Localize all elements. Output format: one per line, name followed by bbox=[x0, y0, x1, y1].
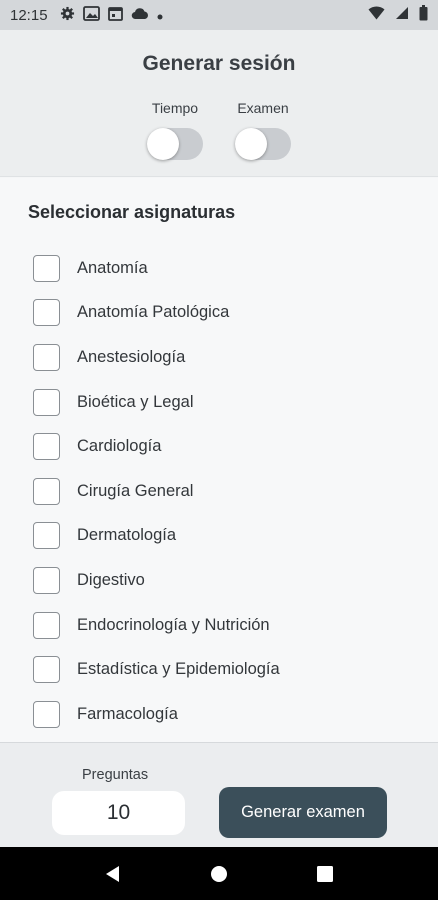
bottom-controls: Preguntas 10 Generar examen bbox=[0, 742, 438, 847]
subject-row-dermatologia[interactable]: Dermatología bbox=[0, 514, 438, 559]
status-time: 12:15 bbox=[10, 6, 48, 24]
home-icon[interactable] bbox=[199, 854, 239, 894]
questions-picker[interactable]: 10 bbox=[52, 791, 185, 835]
subject-checkbox[interactable] bbox=[33, 656, 60, 684]
subject-label: Anatomía Patológica bbox=[77, 303, 230, 322]
subject-row-digestivo[interactable]: Digestivo bbox=[0, 558, 438, 603]
subject-label: Bioética y Legal bbox=[77, 392, 194, 411]
session-header: Generar sesión Tiempo Examen bbox=[0, 30, 438, 177]
subject-checkbox[interactable] bbox=[33, 522, 60, 550]
subject-label: Digestivo bbox=[77, 570, 145, 589]
questions-value: 10 bbox=[106, 801, 131, 824]
status-bar: 12:15 bbox=[0, 0, 438, 30]
page-title: Generar sesión bbox=[142, 52, 296, 75]
subject-label: Estadística y Epidemiología bbox=[77, 660, 280, 679]
back-icon[interactable] bbox=[93, 854, 133, 894]
subject-label: Dermatología bbox=[77, 526, 177, 545]
subject-label: Cardiología bbox=[77, 437, 162, 456]
subject-row-cardiologia[interactable]: Cardiología bbox=[0, 424, 438, 469]
wifi-icon bbox=[368, 6, 385, 24]
subject-checkbox[interactable] bbox=[33, 254, 60, 282]
subject-checkbox[interactable] bbox=[33, 388, 60, 416]
subject-checkbox[interactable] bbox=[33, 477, 60, 505]
dot-icon bbox=[157, 7, 163, 24]
image-icon bbox=[82, 5, 100, 25]
system-nav-bar bbox=[0, 847, 438, 900]
subject-checkbox[interactable] bbox=[33, 299, 60, 327]
subject-row-bioetica[interactable]: Bioética y Legal bbox=[0, 380, 438, 425]
exam-toggle-label: Examen bbox=[237, 100, 289, 116]
toggle-knob bbox=[235, 128, 267, 160]
time-toggle[interactable] bbox=[147, 128, 203, 160]
questions-label: Preguntas bbox=[82, 767, 149, 783]
toggle-knob bbox=[147, 128, 179, 160]
subject-row-anestesiologia[interactable]: Anestesiología bbox=[0, 335, 438, 380]
subject-checkbox[interactable] bbox=[33, 433, 60, 461]
subject-label: Anatomía bbox=[77, 258, 148, 277]
subject-checkbox[interactable] bbox=[33, 611, 60, 639]
subjects-heading: Seleccionar asignaturas bbox=[28, 202, 236, 222]
subject-row-anatomia[interactable]: Anatomía bbox=[0, 246, 438, 291]
subject-checkbox[interactable] bbox=[33, 566, 60, 594]
subject-list: Anatomía Anatomía Patológica Anestesiolo… bbox=[0, 246, 438, 742]
time-toggle-group: Tiempo bbox=[140, 100, 210, 160]
generate-exam-button[interactable]: Generar examen bbox=[219, 787, 387, 838]
calendar-icon bbox=[107, 6, 123, 25]
recents-icon[interactable] bbox=[305, 854, 345, 894]
subject-row-farmacologia[interactable]: Farmacología bbox=[0, 692, 438, 737]
subject-label: Cirugía General bbox=[77, 481, 194, 500]
exam-toggle[interactable] bbox=[235, 128, 291, 160]
subject-label: Anestesiología bbox=[77, 347, 186, 366]
subject-row-estadistica[interactable]: Estadística y Epidemiología bbox=[0, 647, 438, 692]
time-toggle-label: Tiempo bbox=[151, 100, 199, 116]
subject-checkbox[interactable] bbox=[33, 343, 60, 371]
subject-checkbox[interactable] bbox=[33, 700, 60, 728]
cloud-icon bbox=[131, 7, 149, 24]
subject-row-endocrinologia[interactable]: Endocrinología y Nutrición bbox=[0, 603, 438, 648]
subject-row-anatomia-patologica[interactable]: Anatomía Patológica bbox=[0, 291, 438, 336]
signal-icon bbox=[395, 6, 409, 24]
gear-icon bbox=[60, 6, 75, 25]
subject-list-area[interactable]: Seleccionar asignaturas Anatomía Anatomí… bbox=[0, 178, 438, 742]
exam-toggle-group: Examen bbox=[228, 100, 298, 160]
subject-label: Farmacología bbox=[77, 704, 178, 723]
subject-row-cirugia-general[interactable]: Cirugía General bbox=[0, 469, 438, 514]
subject-label: Endocrinología y Nutrición bbox=[77, 615, 270, 634]
battery-icon bbox=[419, 5, 428, 25]
